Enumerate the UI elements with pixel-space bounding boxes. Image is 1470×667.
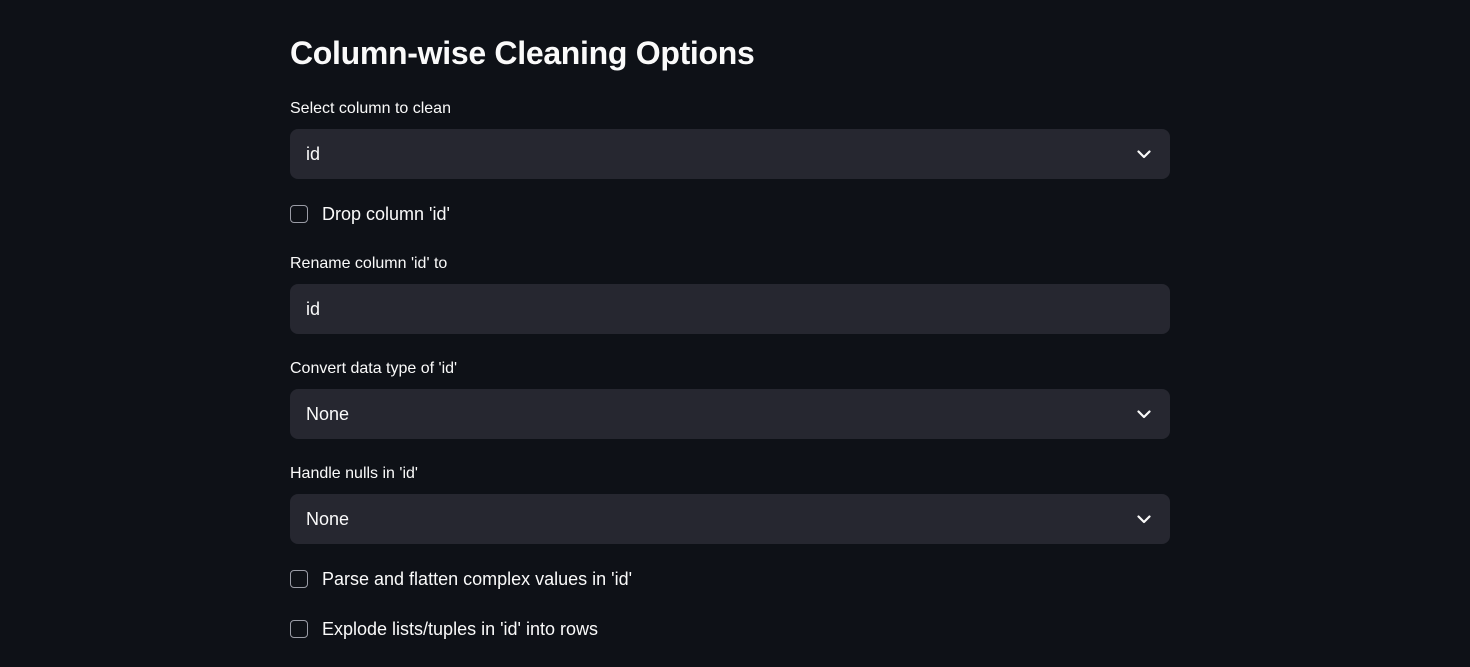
explode-lists-checkbox-row[interactable]: Explode lists/tuples in 'id' into rows [290,617,598,641]
explode-lists-checkbox[interactable] [290,620,308,638]
select-column-value: id [306,143,321,164]
select-column-label: Select column to clean [290,100,451,117]
parse-flatten-checkbox-row[interactable]: Parse and flatten complex values in 'id' [290,567,632,591]
handle-nulls-dropdown[interactable]: None [290,494,1170,544]
page-title: Column-wise Cleaning Options [290,35,755,71]
convert-type-dropdown[interactable]: None [290,389,1170,439]
convert-type-value: None [306,403,350,424]
drop-column-checkbox[interactable] [290,205,308,223]
handle-nulls-label: Handle nulls in 'id' [290,465,418,482]
chevron-down-icon [1136,511,1152,527]
explode-lists-label: Explode lists/tuples in 'id' into rows [322,618,599,639]
chevron-down-icon [1136,146,1152,162]
convert-type-label: Convert data type of 'id' [290,360,458,377]
drop-column-label: Drop column 'id' [322,203,450,224]
handle-nulls-value: None [306,508,350,529]
chevron-down-icon [1136,406,1152,422]
parse-flatten-checkbox[interactable] [290,570,308,588]
rename-column-input[interactable] [290,284,1170,334]
parse-flatten-label: Parse and flatten complex values in 'id' [322,568,633,589]
app-main: Column-wise Cleaning Options Select colu… [0,0,1470,667]
rename-column-label: Rename column 'id' to [290,255,448,272]
select-column-dropdown[interactable]: id [290,129,1170,179]
drop-column-checkbox-row[interactable]: Drop column 'id' [290,202,450,226]
